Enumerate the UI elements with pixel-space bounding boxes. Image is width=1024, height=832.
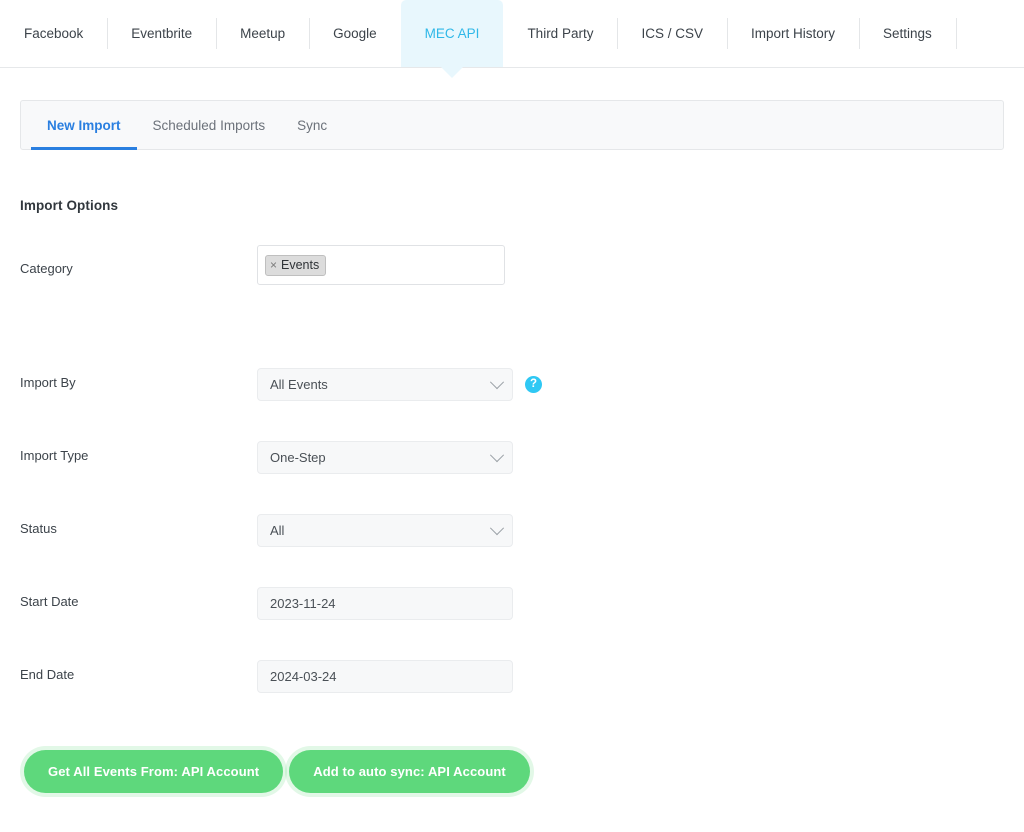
end-date-input[interactable]: 2024-03-24 <box>257 660 513 693</box>
chevron-down-icon <box>489 447 505 462</box>
sub-tab-bar: New Import Scheduled Imports Sync <box>20 100 1004 150</box>
status-value: All <box>270 523 285 538</box>
tab-sync[interactable]: Sync <box>281 101 343 149</box>
nav-tab-eventbrite[interactable]: Eventbrite <box>107 0 216 67</box>
end-date-label: End Date <box>20 667 75 682</box>
nav-tab-label: Eventbrite <box>131 26 193 41</box>
end-date-field: 2024-03-24 <box>257 660 513 693</box>
import-type-label: Import Type <box>20 448 89 463</box>
tab-scheduled-imports[interactable]: Scheduled Imports <box>137 101 282 149</box>
add-to-auto-sync-button[interactable]: Add to auto sync: API Account <box>289 750 530 793</box>
tab-new-import[interactable]: New Import <box>31 101 137 150</box>
end-date-value: 2024-03-24 <box>270 669 337 684</box>
chevron-down-icon <box>489 520 505 535</box>
get-all-events-button[interactable]: Get All Events From: API Account <box>24 750 284 793</box>
field-row-status: Status All <box>20 514 1004 547</box>
import-type-value: One-Step <box>270 450 326 465</box>
sub-tab-label: Scheduled Imports <box>152 117 266 133</box>
start-date-label: Start Date <box>20 594 79 609</box>
primary-nav-list: Facebook Eventbrite Meetup Google MEC AP… <box>0 0 1024 78</box>
nav-divider <box>955 18 957 49</box>
remove-tag-icon[interactable]: × <box>270 259 277 271</box>
sub-tab-label: Sync <box>297 117 328 133</box>
nav-tab-ics-csv[interactable]: ICS / CSV <box>617 0 727 67</box>
start-date-input[interactable]: 2023-11-24 <box>257 587 513 620</box>
nav-tab-import-history[interactable]: Import History <box>726 0 859 67</box>
nav-tab-label: MEC API <box>424 26 480 41</box>
category-tag-events[interactable]: × Events <box>265 254 327 276</box>
status-label: Status <box>20 521 57 536</box>
form-actions: Get All Events From: API Account Add to … <box>20 750 1004 793</box>
chevron-down-icon <box>489 374 505 389</box>
nav-tab-label: Third Party <box>527 26 594 41</box>
nav-tab-meetup[interactable]: Meetup <box>216 0 309 67</box>
nav-tab-label: Import History <box>750 26 835 41</box>
sub-tab-label: New Import <box>47 117 121 133</box>
import-options-form: Import Options Category × Events Import … <box>0 198 1024 793</box>
field-row-category: Category × Events <box>20 245 1004 285</box>
primary-nav-bar: Facebook Eventbrite Meetup Google MEC AP… <box>0 0 1024 78</box>
category-field: × Events <box>257 245 505 285</box>
status-field: All <box>257 514 513 547</box>
field-row-start-date: Start Date 2023-11-24 <box>20 587 1004 620</box>
field-row-end-date: End Date 2024-03-24 <box>20 660 1004 693</box>
nav-tab-mec-api[interactable]: MEC API <box>400 0 504 78</box>
status-select[interactable]: All <box>257 514 513 547</box>
category-multiselect[interactable]: × Events <box>257 245 505 285</box>
nav-tab-label: Google <box>333 26 377 41</box>
nav-tab-third-party[interactable]: Third Party <box>503 0 617 67</box>
nav-tab-settings[interactable]: Settings <box>859 0 956 67</box>
help-icon[interactable]: ? <box>525 376 542 393</box>
nav-tab-label: ICS / CSV <box>641 26 703 41</box>
import-by-label: Import By <box>20 375 76 390</box>
category-tag-label: Events <box>281 257 320 272</box>
nav-tab-label: Meetup <box>240 26 286 41</box>
field-row-import-type: Import Type One-Step <box>20 441 1004 474</box>
field-row-import-by: Import By All Events ? <box>20 368 1004 401</box>
import-by-select[interactable]: All Events <box>257 368 513 401</box>
import-type-select[interactable]: One-Step <box>257 441 513 474</box>
nav-tab-label: Settings <box>883 26 932 41</box>
category-label: Category <box>20 261 73 276</box>
nav-tab-google[interactable]: Google <box>309 0 401 67</box>
import-by-field: All Events <box>257 368 513 401</box>
start-date-value: 2023-11-24 <box>270 596 336 611</box>
start-date-field: 2023-11-24 <box>257 587 513 620</box>
nav-tab-label: Facebook <box>24 26 84 41</box>
import-type-field: One-Step <box>257 441 513 474</box>
nav-tab-facebook[interactable]: Facebook <box>0 0 107 67</box>
active-tab-pointer-icon <box>441 67 464 78</box>
import-by-value: All Events <box>270 377 328 392</box>
page-title: Import Options <box>20 198 119 213</box>
